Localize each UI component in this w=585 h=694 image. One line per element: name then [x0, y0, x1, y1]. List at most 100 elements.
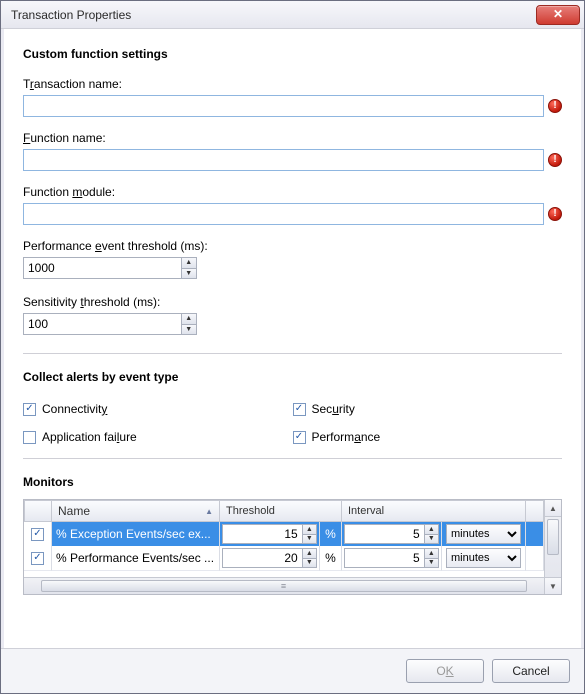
- perf-threshold-stepper[interactable]: ▲ ▼: [23, 257, 197, 279]
- sens-threshold-label: Sensitivity threshold (ms):: [23, 295, 562, 309]
- row-extra: [526, 522, 544, 547]
- threshold-unit: %: [320, 522, 342, 547]
- interval-input[interactable]: [345, 525, 424, 543]
- col-name[interactable]: Name ▲: [52, 500, 220, 522]
- function-module-label: Function module:: [23, 185, 562, 199]
- stepper-arrows[interactable]: ▲▼: [424, 525, 438, 543]
- row-extra: [526, 546, 544, 571]
- row-interval-unit[interactable]: minutes: [442, 522, 526, 547]
- interval-input[interactable]: [345, 549, 424, 567]
- col-interval[interactable]: Interval: [342, 500, 526, 522]
- interval-stepper[interactable]: ▲▼: [344, 548, 439, 568]
- error-icon: !: [548, 153, 562, 167]
- interval-unit-select[interactable]: minutes: [446, 548, 521, 568]
- chevron-up-icon[interactable]: ▲: [303, 525, 316, 535]
- row-interval-unit[interactable]: minutes: [442, 546, 526, 571]
- stepper-arrows[interactable]: ▲▼: [302, 525, 316, 543]
- monitors-header[interactable]: Name ▲ Threshold Interval: [24, 500, 544, 522]
- table-row[interactable]: ✓% Performance Events/sec ...▲▼%▲▼minute…: [24, 546, 544, 570]
- stepper-arrows[interactable]: ▲ ▼: [181, 258, 196, 278]
- row-name: % Exception Events/sec ex...: [52, 522, 220, 547]
- chevron-up-icon[interactable]: ▲: [545, 500, 561, 517]
- section-custom-heading: Custom function settings: [23, 47, 562, 61]
- stepper-arrows[interactable]: ▲ ▼: [181, 314, 196, 334]
- scrollbar-thumb[interactable]: ≡: [41, 580, 527, 592]
- perf-threshold-label: Performance event threshold (ms):: [23, 239, 562, 253]
- stepper-arrows[interactable]: ▲▼: [424, 549, 438, 567]
- chevron-down-icon[interactable]: ▼: [182, 269, 196, 279]
- interval-unit-select[interactable]: minutes: [446, 524, 521, 544]
- checkbox-performance[interactable]: ✓ Performance: [293, 430, 563, 444]
- error-icon: !: [548, 207, 562, 221]
- close-button[interactable]: ✕: [536, 5, 580, 25]
- chevron-down-icon[interactable]: ▼: [425, 559, 438, 568]
- chevron-down-icon[interactable]: ▼: [545, 577, 561, 594]
- section-alerts-heading: Collect alerts by event type: [23, 370, 562, 384]
- col-extra[interactable]: [526, 500, 544, 522]
- function-module-input[interactable]: [23, 203, 544, 225]
- threshold-input[interactable]: [223, 525, 302, 543]
- dialog-window: Transaction Properties ✕ Custom function…: [0, 0, 585, 694]
- chevron-up-icon[interactable]: ▲: [182, 314, 196, 325]
- dialog-footer: OK Cancel: [1, 648, 584, 693]
- chevron-up-icon[interactable]: ▲: [425, 549, 438, 559]
- error-icon: !: [548, 99, 562, 113]
- window-title: Transaction Properties: [11, 8, 536, 22]
- sens-threshold-input[interactable]: [24, 314, 181, 334]
- alerts-grid: ✓ Connectivity ✓ Security Application fa…: [23, 402, 562, 444]
- sort-asc-icon: ▲: [205, 507, 213, 516]
- checkbox-app-failure[interactable]: Application failure: [23, 430, 293, 444]
- chevron-up-icon[interactable]: ▲: [425, 525, 438, 535]
- chevron-down-icon[interactable]: ▼: [182, 325, 196, 335]
- stepper-arrows[interactable]: ▲▼: [302, 549, 316, 567]
- grip-icon: ≡: [281, 581, 287, 591]
- row-interval[interactable]: ▲▼: [342, 522, 442, 547]
- row-threshold[interactable]: ▲▼: [220, 522, 320, 547]
- function-name-label: Function name:: [23, 131, 562, 145]
- ok-button[interactable]: OK: [406, 659, 484, 683]
- checkbox-icon[interactable]: ✓: [31, 552, 44, 565]
- checkbox-security[interactable]: ✓ Security: [293, 402, 563, 416]
- chevron-down-icon[interactable]: ▼: [303, 535, 316, 544]
- chevron-down-icon[interactable]: ▼: [425, 535, 438, 544]
- col-checkbox[interactable]: [24, 500, 52, 522]
- interval-stepper[interactable]: ▲▼: [344, 524, 439, 544]
- checkbox-icon[interactable]: ✓: [293, 431, 306, 444]
- row-checkbox[interactable]: ✓: [24, 546, 52, 571]
- horizontal-scrollbar[interactable]: ≡: [24, 577, 544, 594]
- row-name: % Performance Events/sec ...: [52, 546, 220, 571]
- separator: [23, 458, 562, 459]
- threshold-input[interactable]: [223, 549, 302, 567]
- transaction-name-input[interactable]: [23, 95, 544, 117]
- threshold-unit: %: [320, 546, 342, 571]
- close-icon: ✕: [553, 7, 563, 21]
- threshold-stepper[interactable]: ▲▼: [222, 524, 317, 544]
- checkbox-icon[interactable]: ✓: [31, 528, 44, 541]
- titlebar[interactable]: Transaction Properties ✕: [1, 1, 584, 29]
- row-interval[interactable]: ▲▼: [342, 546, 442, 571]
- threshold-stepper[interactable]: ▲▼: [222, 548, 317, 568]
- checkbox-icon[interactable]: [23, 431, 36, 444]
- table-row[interactable]: ✓% Exception Events/sec ex...▲▼%▲▼minute…: [24, 522, 544, 546]
- monitors-table: Name ▲ Threshold Interval ✓ % Exception E…: [23, 499, 562, 595]
- checkbox-icon[interactable]: ✓: [293, 403, 306, 416]
- chevron-up-icon[interactable]: ▲: [182, 258, 196, 269]
- section-monitors-heading: Monitors: [23, 475, 562, 489]
- scrollbar-thumb[interactable]: [547, 519, 559, 555]
- function-name-input[interactable]: [23, 149, 544, 171]
- chevron-up-icon[interactable]: ▲: [303, 549, 316, 559]
- checkbox-icon[interactable]: ✓: [23, 403, 36, 416]
- row-threshold[interactable]: ▲▼: [220, 546, 320, 571]
- cancel-button[interactable]: Cancel: [492, 659, 570, 683]
- dialog-body: Custom function settings Transaction nam…: [1, 29, 584, 648]
- perf-threshold-input[interactable]: [24, 258, 181, 278]
- transaction-name-label: Transaction name:: [23, 77, 562, 91]
- separator: [23, 353, 562, 354]
- col-threshold[interactable]: Threshold: [220, 500, 342, 522]
- sens-threshold-stepper[interactable]: ▲ ▼: [23, 313, 197, 335]
- row-checkbox[interactable]: ✓: [24, 522, 52, 547]
- vertical-scrollbar[interactable]: ▲ ▼: [544, 500, 561, 594]
- chevron-down-icon[interactable]: ▼: [303, 559, 316, 568]
- monitors-body: ✓% Exception Events/sec ex...▲▼%▲▼minute…: [24, 522, 544, 577]
- checkbox-connectivity[interactable]: ✓ Connectivity: [23, 402, 293, 416]
